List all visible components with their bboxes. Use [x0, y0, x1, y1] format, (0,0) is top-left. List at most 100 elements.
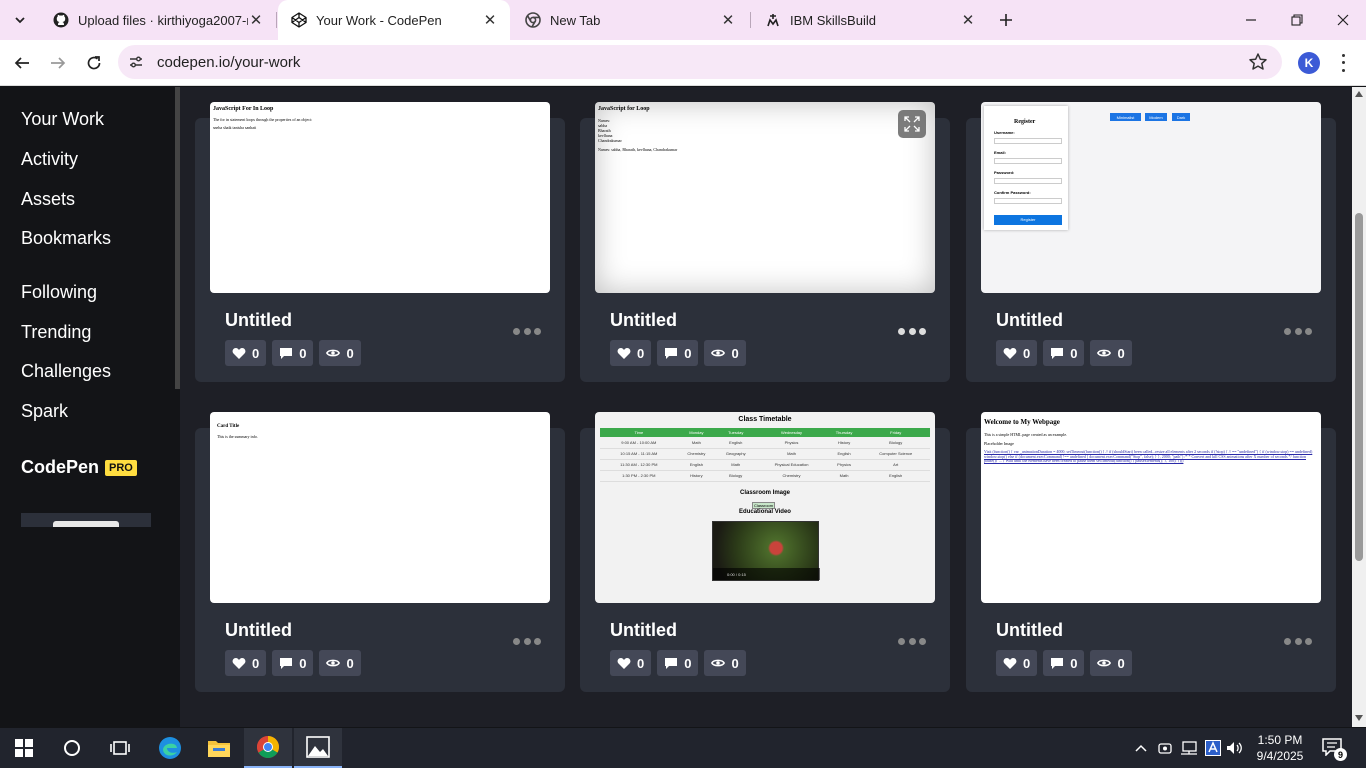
comment-button[interactable]: 0 — [657, 340, 699, 366]
notification-count: 9 — [1334, 748, 1347, 761]
page-scrollbar[interactable] — [1352, 87, 1366, 727]
sidebar-item-activity[interactable]: Activity — [21, 149, 78, 170]
pen-preview[interactable]: Class Timetable Time Monday Tuesday Wedn… — [595, 412, 935, 603]
views-button[interactable]: 0 — [319, 650, 361, 676]
more-options-icon[interactable] — [898, 327, 926, 335]
pen-title[interactable]: Untitled — [996, 310, 1063, 331]
taskbar-edge[interactable] — [146, 728, 194, 768]
views-button[interactable]: 0 — [704, 650, 746, 676]
bookmark-star-icon[interactable] — [1248, 52, 1268, 72]
pen-preview[interactable]: JavaScript for Loop Names: sabha Bharath… — [595, 102, 935, 293]
sidebar-item-trending[interactable]: Trending — [21, 322, 91, 343]
view-count: 0 — [346, 655, 354, 671]
start-button[interactable] — [0, 728, 48, 768]
browser-menu-icon[interactable] — [1336, 52, 1350, 74]
codepen-logo[interactable]: CodePen PRO — [21, 457, 137, 478]
comment-button[interactable]: 0 — [1043, 340, 1085, 366]
sidebar-item-spark[interactable]: Spark — [21, 401, 68, 422]
table-cell: Chemistry — [756, 470, 827, 482]
input-indicator[interactable] — [1204, 740, 1222, 756]
like-button[interactable]: 0 — [610, 340, 652, 366]
action-center-button[interactable]: 9 — [1322, 738, 1347, 761]
task-view-button[interactable] — [96, 728, 144, 768]
search-button[interactable] — [48, 728, 96, 768]
like-button[interactable]: 0 — [610, 650, 652, 676]
more-options-icon[interactable] — [898, 637, 926, 645]
new-tab-button[interactable] — [994, 8, 1018, 32]
pen-preview[interactable]: Card Title This is the summary info. — [210, 412, 550, 603]
comment-icon — [279, 656, 293, 670]
pen-preview[interactable]: JavaScript For In Loop The for in statem… — [210, 102, 550, 293]
forward-button[interactable] — [44, 49, 72, 77]
close-icon[interactable]: ✕ — [960, 12, 976, 29]
comment-button[interactable]: 0 — [272, 650, 314, 676]
pen-title[interactable]: Untitled — [225, 310, 292, 331]
pen-title[interactable]: Untitled — [610, 310, 677, 331]
profile-avatar[interactable]: K — [1298, 52, 1320, 74]
views-button[interactable]: 0 — [1090, 340, 1132, 366]
pen-preview[interactable]: Welcome to My Webpage This is a simple H… — [981, 412, 1321, 603]
view-count: 0 — [731, 345, 739, 361]
pen-title[interactable]: Untitled — [610, 620, 677, 641]
arrow-left-icon — [14, 57, 29, 69]
table-cell: Math — [677, 437, 716, 449]
address-bar[interactable]: codepen.io/your-work — [118, 45, 1282, 79]
sidebar-item-bookmarks[interactable]: Bookmarks — [21, 228, 111, 249]
camera-tray-icon[interactable] — [1156, 740, 1174, 756]
more-options-icon[interactable] — [513, 327, 541, 335]
pen-card: Register Username: Email: Password: Conf… — [966, 102, 1336, 382]
like-count: 0 — [252, 345, 260, 361]
restore-button[interactable] — [1274, 0, 1320, 40]
sidebar-item-challenges[interactable]: Challenges — [21, 361, 111, 382]
taskbar-clock[interactable]: 1:50 PM 9/4/2025 — [1250, 732, 1310, 764]
pen-preview[interactable]: Register Username: Email: Password: Conf… — [981, 102, 1321, 293]
comment-button[interactable]: 0 — [1043, 650, 1085, 676]
taskbar-photos[interactable] — [294, 728, 342, 768]
more-options-icon[interactable] — [1284, 327, 1312, 335]
close-icon[interactable]: ✕ — [720, 12, 736, 29]
scroll-up-icon[interactable] — [1355, 91, 1363, 97]
views-button[interactable]: 0 — [1090, 650, 1132, 676]
network-tray-icon[interactable] — [1180, 740, 1198, 756]
site-info-icon[interactable] — [128, 54, 144, 70]
tab-upload-files[interactable]: Upload files · kirthiyoga2007-m ✕ — [40, 0, 276, 40]
like-button[interactable]: 0 — [996, 650, 1038, 676]
pen-title[interactable]: Untitled — [225, 620, 292, 641]
scrollbar-thumb[interactable] — [1355, 213, 1363, 561]
more-options-icon[interactable] — [1284, 637, 1312, 645]
views-button[interactable]: 0 — [704, 340, 746, 366]
tab-new-tab[interactable]: New Tab ✕ — [512, 0, 748, 40]
reload-button[interactable] — [80, 49, 108, 77]
speaker-icon — [1227, 742, 1242, 754]
close-icon[interactable]: ✕ — [482, 12, 498, 29]
sidebar-item-assets[interactable]: Assets — [21, 189, 75, 210]
tab-search-button[interactable] — [8, 8, 32, 32]
volume-tray-icon[interactable] — [1226, 740, 1244, 756]
heart-icon — [232, 656, 246, 670]
sidebar-item-your-work[interactable]: Your Work — [21, 109, 104, 130]
taskbar-chrome[interactable] — [244, 728, 292, 768]
tab-your-work-codepen[interactable]: Your Work - CodePen ✕ — [278, 0, 510, 40]
more-options-icon[interactable] — [513, 637, 541, 645]
minimize-button[interactable] — [1228, 0, 1274, 40]
show-hidden-icons-button[interactable] — [1132, 740, 1150, 756]
back-button[interactable] — [8, 49, 36, 77]
like-button[interactable]: 0 — [996, 340, 1038, 366]
views-button[interactable]: 0 — [319, 340, 361, 366]
sidebar-promo[interactable] — [21, 513, 151, 527]
close-window-button[interactable] — [1320, 0, 1366, 40]
arrow-right-icon — [51, 57, 66, 69]
comment-button[interactable]: 0 — [657, 650, 699, 676]
scroll-down-icon[interactable] — [1355, 715, 1363, 721]
taskbar-file-explorer[interactable] — [195, 728, 243, 768]
table-cell: Physics — [826, 459, 862, 471]
like-button[interactable]: 0 — [225, 650, 267, 676]
pen-title[interactable]: Untitled — [996, 620, 1063, 641]
tab-ibm-skillsbuild[interactable]: IBM SkillsBuild ✕ — [752, 0, 988, 40]
sidebar-item-following[interactable]: Following — [21, 282, 97, 303]
comment-button[interactable]: 0 — [272, 340, 314, 366]
pen-stats: 0 0 0 — [996, 340, 1132, 366]
expand-icon[interactable] — [898, 110, 926, 138]
like-button[interactable]: 0 — [225, 340, 267, 366]
close-icon[interactable]: ✕ — [248, 12, 264, 29]
